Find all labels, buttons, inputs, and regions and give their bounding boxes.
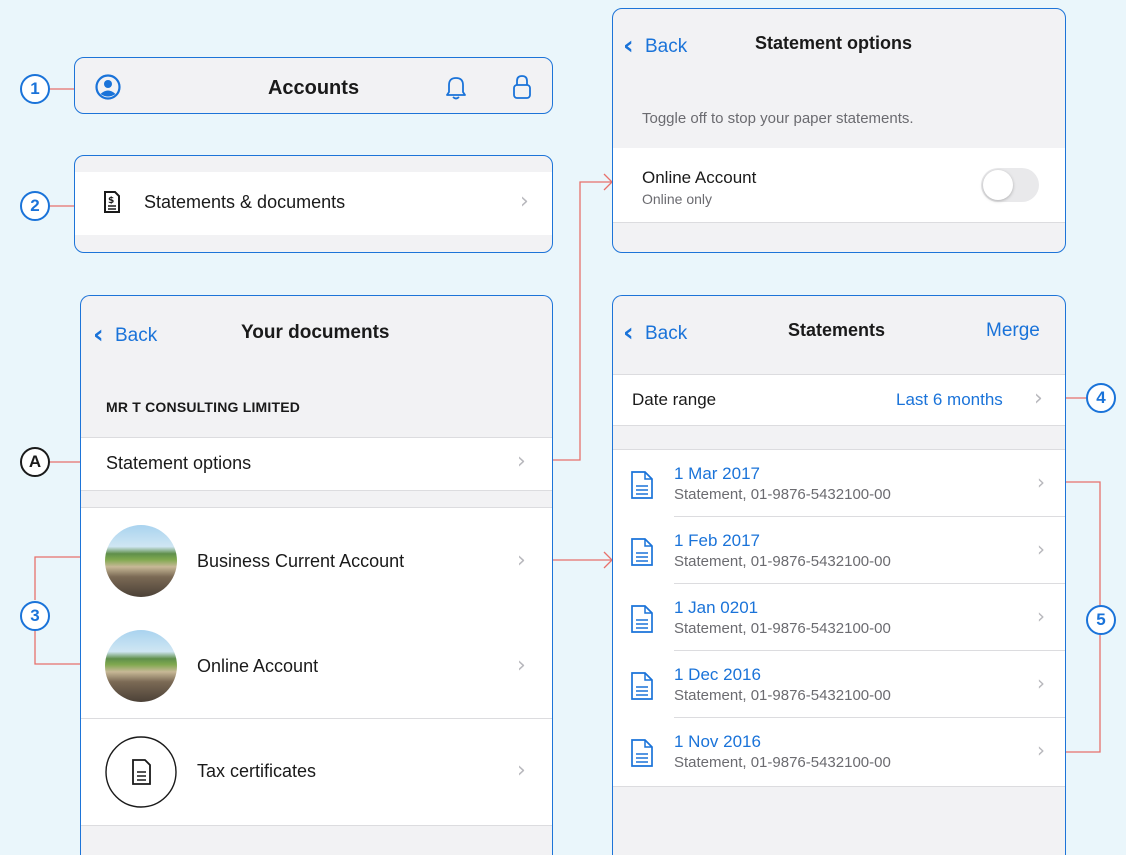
callout-badge-4: 4 (1086, 383, 1116, 413)
list-item[interactable]: 1 Dec 2016 Statement, 01-9876-5432100-00… (613, 651, 1065, 718)
callout-badge-2: 2 (20, 191, 50, 221)
date-range-label: Date range (632, 390, 717, 409)
statements-documents-entry[interactable]: $ Statements & documents › (74, 155, 553, 253)
statement-date: 1 Feb 2017 (674, 531, 761, 550)
chevron-right-icon: › (517, 758, 526, 783)
statement-description: Statement, 01-9876-5432100-00 (674, 553, 891, 570)
account-row[interactable]: Online Account › (81, 614, 552, 719)
account-avatar (105, 630, 177, 702)
statement-description: Statement, 01-9876-5432100-00 (674, 486, 891, 503)
list-item[interactable]: 1 Mar 2017 Statement, 01-9876-5432100-00… (613, 450, 1065, 517)
account-subtitle: Online only (642, 191, 713, 207)
statement-document-icon (630, 671, 654, 701)
page-title: Your documents (241, 322, 390, 343)
statement-date: 1 Dec 2016 (674, 665, 761, 684)
list-item[interactable]: 1 Feb 2017 Statement, 01-9876-5432100-00… (613, 517, 1065, 584)
chevron-right-icon: › (1037, 738, 1045, 762)
statement-date: 1 Jan 0201 (674, 598, 759, 617)
chevron-right-icon: › (517, 653, 526, 678)
page-title: Statement options (755, 33, 913, 53)
account-name: Online Account (642, 168, 757, 187)
chevron-right-icon: › (520, 189, 529, 214)
lock-icon[interactable] (511, 73, 533, 106)
paper-statements-toggle[interactable] (981, 168, 1039, 202)
list-item[interactable]: 1 Nov 2016 Statement, 01-9876-5432100-00… (613, 718, 1065, 785)
chevron-right-icon: › (517, 548, 526, 573)
callout-badge-5: 5 (1086, 605, 1116, 635)
back-button[interactable]: ‹ Back (623, 31, 687, 61)
statements-screen: ‹ Back Statements Merge Date range Last … (612, 295, 1066, 855)
chevron-left-icon: ‹ (93, 320, 104, 350)
hint-text: Toggle off to stop your paper statements… (642, 110, 914, 127)
account-name: Business Current Account (197, 551, 405, 571)
statement-document-icon (630, 604, 654, 634)
date-range-row[interactable]: Date range Last 6 months › (613, 374, 1065, 426)
chevron-right-icon: › (517, 449, 526, 474)
tax-certificates-label: Tax certificates (197, 761, 317, 781)
account-name: Online Account (197, 656, 319, 676)
merge-button[interactable]: Merge (986, 320, 1040, 342)
chevron-left-icon: ‹ (623, 318, 634, 348)
statements-documents-label: Statements & documents (144, 192, 346, 212)
section-header: MR T CONSULTING LIMITED (106, 399, 301, 415)
statement-document-icon (630, 537, 654, 567)
statement-document-icon (630, 738, 654, 768)
statement-date: 1 Mar 2017 (674, 464, 760, 483)
back-button[interactable]: ‹ Back (623, 318, 687, 348)
accounts-header-bar: Accounts (74, 57, 553, 114)
online-account-toggle-row: Online Account Online only (613, 148, 1065, 223)
your-documents-screen: ‹ Back Your documents MR T CONSULTING LI… (80, 295, 553, 855)
chevron-left-icon: ‹ (623, 31, 634, 61)
statement-options-label: Statement options (106, 453, 252, 473)
bell-icon[interactable] (443, 73, 469, 106)
list-item[interactable]: 1 Jan 0201 Statement, 01-9876-5432100-00… (613, 584, 1065, 651)
statement-description: Statement, 01-9876-5432100-00 (674, 687, 891, 704)
chevron-right-icon: › (1037, 671, 1045, 695)
chevron-right-icon: › (1037, 537, 1045, 561)
account-row[interactable]: Business Current Account › (81, 507, 552, 615)
svg-text:$: $ (108, 196, 114, 206)
statement-options-screen: ‹ Back Statement options Toggle off to s… (612, 8, 1066, 253)
statements-list: 1 Mar 2017 Statement, 01-9876-5432100-00… (613, 449, 1065, 787)
accounts-title: Accounts (267, 77, 360, 99)
back-button[interactable]: ‹ Back (93, 320, 157, 350)
chevron-right-icon: › (1037, 604, 1045, 628)
callout-badge-1: 1 (20, 74, 50, 104)
statement-options-row[interactable]: Statement options › (81, 437, 552, 491)
tax-certificates-row[interactable]: Tax certificates › (81, 719, 552, 826)
date-range-value: Last 6 months (896, 390, 1003, 409)
page-title: Statements (788, 320, 886, 340)
toggle-knob (983, 170, 1013, 200)
statement-date: 1 Nov 2016 (674, 732, 761, 751)
account-avatar (105, 525, 177, 597)
tax-document-icon (105, 736, 177, 813)
chevron-right-icon: › (1034, 386, 1043, 411)
document-icon: $ (103, 190, 121, 219)
statement-description: Statement, 01-9876-5432100-00 (674, 620, 891, 637)
chevron-right-icon: › (1037, 470, 1045, 494)
callout-badge-3: 3 (20, 601, 50, 631)
statement-description: Statement, 01-9876-5432100-00 (674, 754, 891, 771)
statement-document-icon (630, 470, 654, 500)
callout-badge-a: A (20, 447, 50, 477)
